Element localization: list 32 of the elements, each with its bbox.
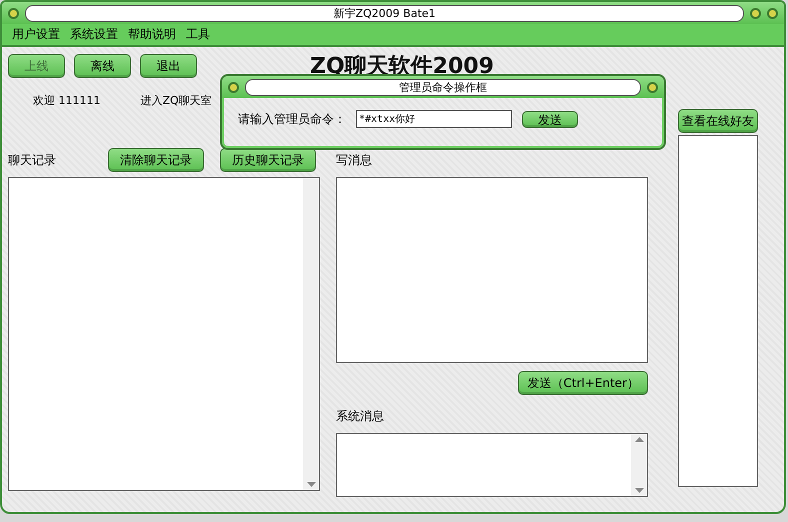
status-text: 进入ZQ聊天室 — [140, 93, 212, 109]
welcome-text: 欢迎 111111 — [33, 93, 100, 109]
scrollbar[interactable] — [631, 434, 647, 496]
dialog-title: 管理员命令操作框 — [245, 78, 641, 96]
scroll-up-icon[interactable] — [634, 437, 644, 442]
scroll-down-icon[interactable] — [634, 488, 644, 493]
command-field[interactable]: *#xtxx你好 — [356, 110, 512, 128]
toolbar-button[interactable]: 离线 — [74, 54, 131, 78]
window-menu-icon[interactable] — [8, 8, 19, 18]
window-menu-icon[interactable] — [228, 82, 239, 92]
command-prompt: 请输入管理员命令： — [238, 110, 346, 128]
friend-list[interactable] — [678, 135, 758, 487]
close-icon[interactable] — [767, 8, 778, 18]
chat-log-label: 聊天记录 — [8, 152, 57, 168]
menu-item[interactable]: 帮助说明 — [128, 26, 176, 43]
close-icon[interactable] — [647, 82, 658, 92]
online-friends-button[interactable]: 查看在线好友 — [678, 109, 758, 133]
minimize-icon[interactable] — [750, 8, 761, 18]
menu-item[interactable]: 系统设置 — [70, 26, 118, 43]
chat-log-button[interactable]: 历史聊天记录 — [220, 148, 316, 172]
scroll-down-icon[interactable] — [306, 482, 316, 487]
toolbar-button[interactable]: 退出 — [140, 54, 197, 78]
system-messages-label: 系统消息 — [336, 408, 384, 424]
send-button[interactable]: 发送（Ctrl+Enter） — [518, 371, 648, 395]
compose-label: 写消息 — [336, 152, 372, 168]
message-input[interactable] — [336, 177, 648, 363]
menu-item[interactable]: 用户设置 — [12, 26, 60, 43]
window-title: 新宇ZQ2009 Bate1 — [25, 4, 744, 22]
menu-item[interactable]: 工具 — [186, 26, 210, 43]
scrollbar[interactable] — [303, 178, 319, 490]
chat-log-button[interactable]: 清除聊天记录 — [108, 148, 204, 172]
dialog-send-button[interactable]: 发送 — [522, 110, 578, 128]
